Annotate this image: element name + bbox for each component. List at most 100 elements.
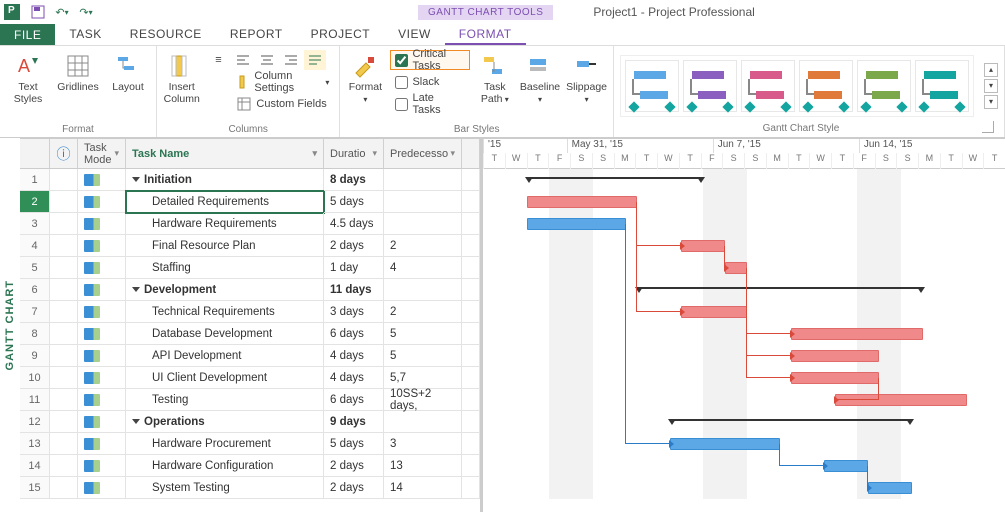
duration-cell[interactable]: 6 days [324, 389, 384, 411]
baseline-button[interactable]: Baseline ▾ [520, 50, 560, 105]
info-cell[interactable] [50, 301, 78, 323]
style-gallery[interactable] [620, 55, 974, 117]
critical-task-bar[interactable] [681, 240, 725, 252]
predecessors-cell[interactable] [384, 213, 462, 235]
add-cell[interactable] [462, 213, 480, 235]
task-mode-cell[interactable] [78, 213, 126, 235]
task-mode-cell[interactable] [78, 191, 126, 213]
predecessors-cell[interactable]: 5,7 [384, 367, 462, 389]
task-mode-cell[interactable] [78, 279, 126, 301]
row-number[interactable]: 5 [20, 257, 50, 279]
slippage-button[interactable]: Slippage ▾ [566, 50, 607, 105]
task-mode-cell[interactable] [78, 477, 126, 499]
critical-task-bar[interactable] [681, 306, 747, 318]
task-name-cell[interactable]: Hardware Requirements [126, 213, 324, 235]
task-name-cell[interactable]: UI Client Development [126, 367, 324, 389]
duration-cell[interactable]: 3 days [324, 301, 384, 323]
predecessors-cell[interactable]: 5 [384, 323, 462, 345]
summary-bar[interactable] [670, 419, 912, 421]
task-mode-cell[interactable] [78, 235, 126, 257]
task-name-cell[interactable]: Final Resource Plan [126, 235, 324, 257]
duration-header[interactable]: Duratio▾ [324, 139, 384, 169]
style-swatch[interactable] [799, 60, 853, 112]
task-name-cell[interactable]: API Development [126, 345, 324, 367]
task-bar[interactable] [868, 482, 912, 494]
duration-cell[interactable]: 4.5 days [324, 213, 384, 235]
style-swatch[interactable] [625, 60, 679, 112]
tab-report[interactable]: REPORT [216, 24, 297, 45]
task-name-cell[interactable]: Technical Requirements [126, 301, 324, 323]
critical-task-bar[interactable] [527, 196, 637, 208]
duration-cell[interactable]: 2 days [324, 477, 384, 499]
row-number[interactable]: 15 [20, 477, 50, 499]
row-number[interactable]: 11 [20, 389, 50, 411]
add-cell[interactable] [462, 455, 480, 477]
rownum-header[interactable] [20, 139, 50, 169]
text-styles-button[interactable]: A Text Styles [6, 50, 50, 105]
task-path-button[interactable]: Task Path ▾ [476, 50, 514, 105]
predecessors-cell[interactable]: 13 [384, 455, 462, 477]
task-name-header[interactable]: Task Name▾ [126, 139, 324, 169]
align-center-button[interactable] [256, 50, 278, 70]
gantt-chart[interactable]: '15May 31, '15Jun 7, '15Jun 14, '15 TWTF… [480, 138, 1005, 512]
task-mode-cell[interactable] [78, 367, 126, 389]
gallery-down-icon[interactable]: ▾ [984, 79, 998, 93]
task-bar[interactable] [670, 438, 780, 450]
custom-fields-button[interactable]: Custom Fields [232, 94, 333, 114]
row-number[interactable]: 2 [20, 191, 50, 213]
duration-cell[interactable]: 2 days [324, 455, 384, 477]
add-cell[interactable] [462, 477, 480, 499]
align-left-button[interactable]: ≡ [206, 50, 230, 70]
tab-view[interactable]: VIEW [384, 24, 445, 45]
task-name-cell[interactable]: Hardware Configuration [126, 455, 324, 477]
task-name-cell[interactable]: Operations [126, 411, 324, 433]
duration-cell[interactable]: 5 days [324, 191, 384, 213]
duration-cell[interactable]: 5 days [324, 433, 384, 455]
info-header[interactable]: ⓘ [50, 139, 78, 169]
format-button[interactable]: Format ▾ [346, 50, 384, 105]
info-cell[interactable] [50, 191, 78, 213]
add-cell[interactable] [462, 433, 480, 455]
add-cell[interactable] [462, 389, 480, 411]
task-name-cell[interactable]: System Testing [126, 477, 324, 499]
task-name-cell[interactable]: Staffing [126, 257, 324, 279]
gallery-up-icon[interactable]: ▴ [984, 63, 998, 77]
info-cell[interactable] [50, 367, 78, 389]
info-cell[interactable] [50, 279, 78, 301]
critical-tasks-input[interactable] [395, 54, 408, 67]
add-cell[interactable] [462, 257, 480, 279]
row-number[interactable]: 13 [20, 433, 50, 455]
info-cell[interactable] [50, 257, 78, 279]
add-cell[interactable] [462, 235, 480, 257]
row-number[interactable]: 7 [20, 301, 50, 323]
duration-cell[interactable]: 2 days [324, 235, 384, 257]
task-name-cell[interactable]: Initiation [126, 169, 324, 191]
info-cell[interactable] [50, 411, 78, 433]
duration-cell[interactable]: 11 days [324, 279, 384, 301]
duration-cell[interactable]: 4 days [324, 345, 384, 367]
predecessors-cell[interactable]: 3 [384, 433, 462, 455]
save-icon[interactable] [28, 2, 48, 22]
slack-checkbox[interactable]: Slack [390, 72, 469, 92]
info-cell[interactable] [50, 169, 78, 191]
predecessors-cell[interactable] [384, 169, 462, 191]
task-mode-cell[interactable] [78, 455, 126, 477]
task-mode-cell[interactable] [78, 389, 126, 411]
predecessors-cell[interactable] [384, 279, 462, 301]
predecessors-cell[interactable]: 4 [384, 257, 462, 279]
dialog-launcher-icon[interactable] [982, 121, 994, 133]
gallery-more-icon[interactable]: ▾ [984, 95, 998, 109]
row-number[interactable]: 3 [20, 213, 50, 235]
wrap-text-button[interactable] [304, 50, 326, 70]
task-mode-cell[interactable] [78, 411, 126, 433]
row-number[interactable]: 6 [20, 279, 50, 301]
align-left-button[interactable] [232, 50, 254, 70]
row-number[interactable]: 9 [20, 345, 50, 367]
info-cell[interactable] [50, 345, 78, 367]
row-number[interactable]: 4 [20, 235, 50, 257]
task-name-cell[interactable]: Testing [126, 389, 324, 411]
task-grid[interactable]: 123456789101112131415 ⓘ Task Mode▾ Task … [20, 138, 480, 512]
add-cell[interactable] [462, 323, 480, 345]
critical-tasks-checkbox[interactable]: Critical Tasks [390, 50, 469, 70]
task-name-cell[interactable]: Hardware Procurement [126, 433, 324, 455]
